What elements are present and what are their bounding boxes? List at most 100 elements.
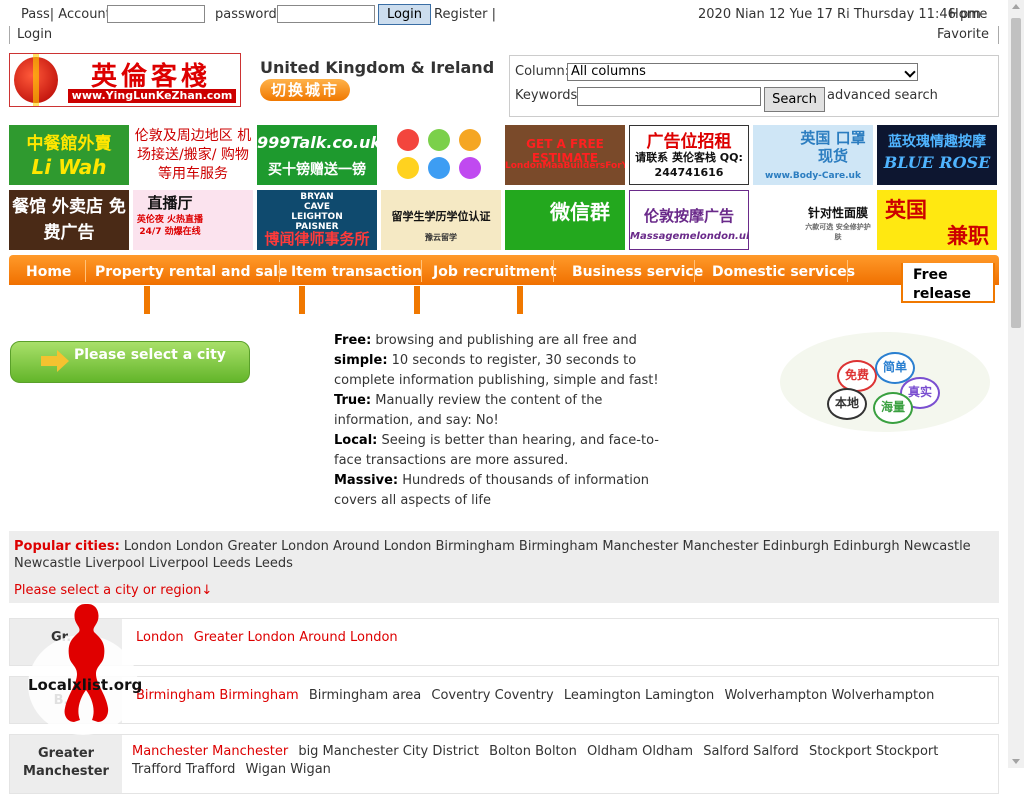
search-panel: Column: All columns Keywords: Search adv… bbox=[509, 55, 999, 117]
feature-list: Free: browsing and publishing are all fr… bbox=[334, 331, 664, 511]
divider bbox=[9, 26, 10, 44]
divider bbox=[694, 260, 695, 282]
nav-dropdown-handle bbox=[299, 286, 305, 314]
ad-banner[interactable]: 中餐館外賣 Li Wah bbox=[9, 125, 129, 185]
ad-banner[interactable]: BRYAN CAVE LEIGHTON PAISNER 博闻律师事务所 bbox=[257, 190, 377, 250]
ad-banner[interactable]: 留学生学历学位认证 豫云留学 bbox=[381, 190, 501, 250]
city-link[interactable]: Birmingham area bbox=[309, 688, 421, 703]
divider bbox=[553, 260, 554, 282]
watermark-text: Localxlist.org bbox=[28, 676, 143, 694]
site-logo[interactable]: 英倫客棧 www.YingLunKeZhan.com bbox=[9, 53, 241, 107]
ad-banner[interactable]: 伦敦及周边地区 机场接送/搬家/ 购物等用车服务 bbox=[133, 125, 253, 185]
nav-job-recruitment[interactable]: Job recruitment bbox=[433, 264, 557, 280]
badge-local: 本地 bbox=[827, 388, 867, 420]
ad-banner[interactable]: 英国 兼职 bbox=[877, 190, 997, 250]
select-city-label: Please select a city bbox=[74, 347, 226, 363]
feature-item: True: Manually review the content of the… bbox=[334, 393, 603, 428]
popular-cities-label: Popular cities: bbox=[14, 539, 120, 554]
city-link[interactable]: Coventry Coventry bbox=[431, 688, 553, 703]
ad-banner[interactable]: 蓝玫瑰情趣按摩 BLUE ROSE bbox=[877, 125, 997, 185]
city-link[interactable]: Trafford Trafford bbox=[132, 762, 235, 777]
region-cities: Birmingham Birmingham Birmingham area Co… bbox=[136, 687, 986, 705]
city-link[interactable]: Stockport Stockport bbox=[809, 744, 938, 759]
city-link[interactable]: Wolverhampton Wolverhampton bbox=[724, 688, 934, 703]
top-bar: Pass| Account: password: Login Register … bbox=[0, 0, 1008, 46]
divider bbox=[279, 260, 280, 282]
password-input[interactable] bbox=[277, 5, 375, 23]
account-input[interactable] bbox=[107, 5, 205, 23]
city-link[interactable]: London bbox=[136, 630, 184, 645]
ad-banner[interactable]: GET A FREE ESTIMATE LondonMaaBuildersFor… bbox=[505, 125, 625, 185]
ad-banner[interactable]: 餐馆 外卖店 免费广告 bbox=[9, 190, 129, 250]
column-label: Column: bbox=[515, 64, 570, 79]
column-select-value: All columns bbox=[571, 64, 646, 79]
nav-business-service[interactable]: Business service bbox=[572, 264, 703, 280]
nav-domestic-services[interactable]: Domestic services bbox=[712, 264, 855, 280]
badge-massive: 海量 bbox=[873, 392, 913, 424]
popular-cities-list[interactable]: London London Greater London Around Lond… bbox=[14, 539, 971, 571]
feature-item: Massive: Hundreds of thousands of inform… bbox=[334, 473, 650, 508]
select-city-button[interactable]: Please select a city bbox=[10, 341, 250, 383]
scroll-up-icon[interactable] bbox=[1012, 4, 1020, 9]
city-link[interactable]: Leamington Lamington bbox=[564, 688, 714, 703]
divider bbox=[998, 26, 999, 44]
city-link[interactable]: Bolton Bolton bbox=[489, 744, 577, 759]
region-cities: London Greater London Around London bbox=[136, 629, 986, 647]
login-button[interactable]: Login bbox=[378, 4, 431, 25]
ad-banner[interactable]: 广告位招租 请联系 英伦客栈 QQ: 244741616 bbox=[629, 125, 749, 185]
free-release-button[interactable]: Free release bbox=[901, 263, 995, 303]
register-link[interactable]: Register | bbox=[434, 7, 496, 22]
ad-banner[interactable]: 微信群 bbox=[505, 190, 625, 250]
nav-home[interactable]: Home bbox=[26, 264, 71, 280]
switch-city-button[interactable]: 切换城市 bbox=[260, 79, 350, 101]
ad-graphic bbox=[428, 129, 450, 151]
city-link[interactable]: Birmingham Birmingham bbox=[136, 688, 299, 703]
ad-banner[interactable]: 针对性面膜 六款可选 安全修护护肤 bbox=[753, 190, 873, 250]
city-link[interactable]: big Manchester City District bbox=[298, 744, 479, 759]
city-link[interactable]: Greater London Around London bbox=[194, 630, 398, 645]
keywords-input[interactable] bbox=[577, 87, 761, 106]
region-title: United Kingdom & Ireland bbox=[260, 58, 495, 77]
ad-banner[interactable]: 999Talk.co.uk 买十镑赠送一镑 bbox=[257, 125, 377, 185]
chevron-down-icon bbox=[904, 66, 916, 78]
favorite-link[interactable]: Favorite bbox=[937, 27, 989, 42]
select-region-prompt: Please select a city or region↓ bbox=[14, 583, 213, 598]
nav-dropdown-handle bbox=[414, 286, 420, 314]
ad-banner[interactable]: 直播厅 英伦夜 火热直播 24/7 劲爆在线 bbox=[133, 190, 253, 250]
nav-dropdown-handle bbox=[517, 286, 523, 314]
ad-banner[interactable] bbox=[381, 125, 501, 185]
search-button[interactable]: Search bbox=[764, 87, 825, 112]
main-nav: Home Property rental and sale Item trans… bbox=[9, 255, 999, 285]
watermark: Localxlist.org bbox=[18, 600, 143, 740]
popular-cities: Popular cities: London London Greater Lo… bbox=[9, 531, 999, 603]
ad-banner[interactable]: 伦敦按摩广告 Massagemelondon.uk bbox=[629, 190, 749, 250]
scroll-down-icon[interactable] bbox=[1012, 759, 1020, 764]
account-label: Pass| Account: bbox=[21, 7, 116, 22]
nav-item-transaction[interactable]: Item transaction bbox=[291, 264, 422, 280]
city-link[interactable]: Salford Salford bbox=[703, 744, 799, 759]
login-link[interactable]: Login bbox=[17, 27, 52, 42]
nav-property[interactable]: Property rental and sale bbox=[95, 264, 287, 280]
password-label: password: bbox=[215, 7, 282, 22]
region-row: B... Birmingham Birmingham Birmingham ar… bbox=[9, 676, 999, 724]
ad-graphic bbox=[459, 129, 481, 151]
column-select[interactable]: All columns bbox=[567, 63, 918, 81]
city-link[interactable]: Wigan Wigan bbox=[246, 762, 331, 777]
city-link[interactable]: Manchester Manchester bbox=[132, 744, 288, 759]
page-scrollbar[interactable] bbox=[1008, 0, 1024, 768]
feature-item: simple: 10 seconds to register, 30 secon… bbox=[334, 353, 659, 388]
logo-title: 英倫客棧 bbox=[90, 62, 211, 92]
city-link[interactable]: Oldham Oldham bbox=[587, 744, 693, 759]
home-link[interactable]: Home bbox=[949, 7, 987, 22]
figure-silhouette-icon bbox=[64, 604, 109, 722]
feature-item: Free: browsing and publishing are all fr… bbox=[334, 333, 637, 348]
arrow-right-icon bbox=[41, 350, 69, 372]
lantern-icon bbox=[14, 54, 58, 106]
region-row: Greater Manchester Manchester Manchester… bbox=[9, 734, 999, 794]
advanced-search-link[interactable]: advanced search bbox=[827, 88, 938, 103]
divider bbox=[847, 260, 848, 282]
ad-banner[interactable]: 英国 口罩现货 www.Body-Care.uk bbox=[753, 125, 873, 185]
ad-graphic bbox=[397, 129, 419, 151]
scroll-thumb[interactable] bbox=[1011, 18, 1021, 328]
ad-graphic bbox=[428, 157, 450, 179]
